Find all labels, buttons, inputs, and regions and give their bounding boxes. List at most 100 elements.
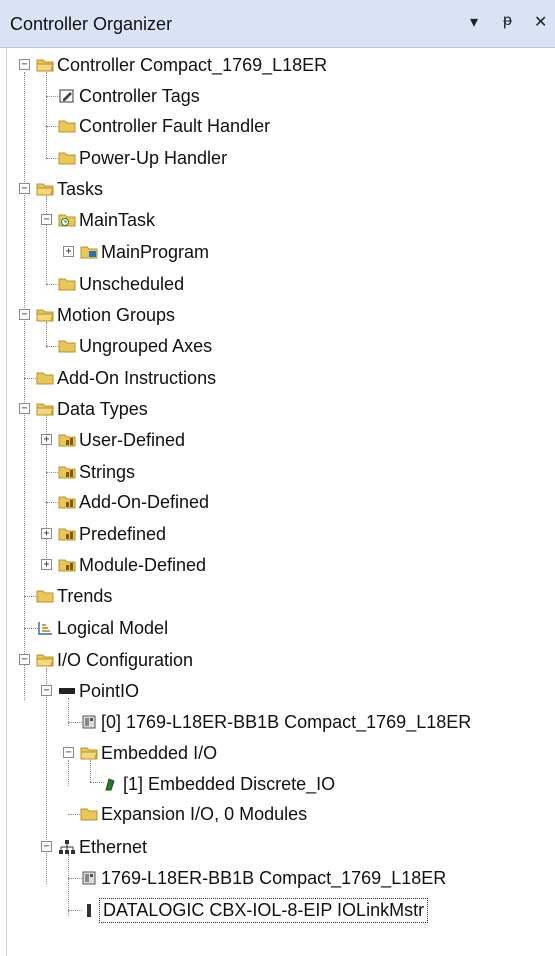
- controller-expander[interactable]: −: [19, 59, 30, 70]
- tree-item-label: Trends: [57, 585, 113, 606]
- tree-item-data-types[interactable]: Data Types: [36, 395, 148, 423]
- tree-item-pointio[interactable]: PointIO: [58, 677, 139, 705]
- open-folder-icon: [80, 747, 98, 760]
- tasks-expander[interactable]: −: [19, 183, 30, 194]
- tree-item-unscheduled[interactable]: Unscheduled: [58, 270, 184, 298]
- tree-item-maintask[interactable]: MainTask: [58, 206, 155, 234]
- tree-item-label: Expansion I/O, 0 Modules: [101, 803, 308, 824]
- tree-item-strings[interactable]: Strings: [58, 458, 135, 486]
- tree-item-label: Controller Fault Handler: [79, 115, 271, 136]
- tags-icon: [59, 89, 74, 103]
- tree-item-label: Add-On-Defined: [79, 491, 210, 512]
- close-button[interactable]: ✕: [534, 12, 547, 32]
- pointio-expander[interactable]: −: [41, 685, 52, 696]
- network-icon: [59, 840, 75, 854]
- user-defined-expander[interactable]: +: [41, 434, 52, 445]
- tree-item-ungrouped-axes[interactable]: Ungrouped Axes: [58, 332, 212, 360]
- folder-icon: [58, 278, 76, 291]
- tree-item-label: Tasks: [57, 178, 104, 199]
- tree-item-label: Power-Up Handler: [79, 147, 228, 168]
- tree-item-user-defined[interactable]: User-Defined: [58, 426, 185, 454]
- folder-icon: [36, 372, 54, 385]
- open-folder-icon: [36, 183, 54, 196]
- data-types-expander[interactable]: −: [19, 403, 30, 414]
- program-folder-icon: [80, 246, 98, 259]
- tree-item-trends[interactable]: Trends: [36, 582, 112, 610]
- tree-item-motion-groups[interactable]: Motion Groups: [36, 301, 175, 329]
- task-folder-icon: [58, 214, 76, 227]
- controller-module-icon: [82, 871, 96, 885]
- tree-item-label: MainProgram: [101, 241, 210, 262]
- tree-item-pointio-controller[interactable]: [0] 1769-L18ER-BB1B Compact_1769_L18ER: [80, 708, 471, 736]
- tree-item-label: Ethernet: [79, 836, 148, 857]
- tree-item-label: User-Defined: [79, 429, 186, 450]
- tree-item-label: Logical Model: [57, 617, 169, 638]
- tree-item-embedded-discrete[interactable]: [1] Embedded Discrete_IO: [102, 770, 335, 798]
- datatype-folder-icon: [58, 466, 76, 479]
- tree-item-ethernet-controller[interactable]: 1769-L18ER-BB1B Compact_1769_L18ER: [80, 864, 446, 892]
- logical-model-icon: [38, 622, 52, 635]
- tree-item-label: Controller Tags: [79, 85, 200, 106]
- tree-item-ethernet[interactable]: Ethernet: [58, 833, 147, 861]
- tree-item-controller[interactable]: Controller Compact_1769_L18ER: [36, 51, 327, 79]
- tree-item-controller-fault-handler[interactable]: Controller Fault Handler: [58, 112, 270, 140]
- datatype-folder-icon: [58, 528, 76, 541]
- tree-item-expansion-io[interactable]: Expansion I/O, 0 Modules: [80, 800, 307, 828]
- motion-groups-expander[interactable]: −: [19, 309, 30, 320]
- tree-item-io-configuration[interactable]: I/O Configuration: [36, 646, 193, 674]
- device-module-icon: [87, 904, 91, 917]
- module-defined-expander[interactable]: +: [41, 559, 52, 570]
- organizer-tree: − Controller Compact_1769_L18ER Controll…: [0, 48, 555, 956]
- open-folder-icon: [36, 403, 54, 416]
- pin-button[interactable]: ᵽ: [503, 12, 512, 30]
- dropdown-button[interactable]: ▾: [470, 12, 478, 32]
- open-folder-icon: [36, 59, 54, 72]
- tree-item-addon-defined[interactable]: Add-On-Defined: [58, 488, 209, 516]
- tree-item-mainprogram[interactable]: MainProgram: [80, 238, 209, 266]
- folder-icon: [58, 340, 76, 353]
- folder-icon: [58, 120, 76, 133]
- panel-title: Controller Organizer: [10, 14, 173, 34]
- tree-item-embedded-io[interactable]: Embedded I/O: [80, 739, 217, 767]
- tree-item-predefined[interactable]: Predefined: [58, 520, 166, 548]
- tree-item-label: Predefined: [79, 523, 167, 544]
- datatype-folder-icon: [58, 496, 76, 509]
- open-folder-icon: [36, 309, 54, 322]
- tree-item-logical-model[interactable]: Logical Model: [36, 614, 168, 642]
- embedded-io-expander[interactable]: −: [63, 747, 74, 758]
- tree-item-tasks[interactable]: Tasks: [36, 175, 103, 203]
- folder-icon: [80, 808, 98, 821]
- tree-item-label: I/O Configuration: [57, 649, 194, 670]
- datatype-folder-icon: [58, 434, 76, 447]
- tree-item-addon-instructions[interactable]: Add-On Instructions: [36, 364, 216, 392]
- panel-title-bar: Controller Organizer ▾ ᵽ ✕: [0, 0, 555, 48]
- tree-item-label: Embedded I/O: [101, 742, 218, 763]
- tree-item-label: Unscheduled: [79, 273, 185, 294]
- controller-module-icon: [82, 715, 96, 729]
- ethernet-expander[interactable]: −: [41, 841, 52, 852]
- tree-item-controller-tags[interactable]: Controller Tags: [58, 82, 200, 110]
- tree-item-label: [1] Embedded Discrete_IO: [123, 773, 336, 794]
- open-folder-icon: [36, 654, 54, 667]
- tree-item-label: Add-On Instructions: [57, 367, 217, 388]
- tree-item-datalogic-iolink-master[interactable]: DATALOGIC CBX-IOL-8-EIP IOLinkMstr: [80, 896, 429, 924]
- predefined-expander[interactable]: +: [41, 528, 52, 539]
- tree-item-label: Module-Defined: [79, 554, 207, 575]
- io-configuration-expander[interactable]: −: [19, 654, 30, 665]
- tree-item-label-selected: DATALOGIC CBX-IOL-8-EIP IOLinkMstr: [98, 897, 429, 923]
- tree-item-label: Ungrouped Axes: [79, 335, 213, 356]
- tree-item-label: 1769-L18ER-BB1B Compact_1769_L18ER: [101, 867, 447, 888]
- tree-item-label: [0] 1769-L18ER-BB1B Compact_1769_L18ER: [101, 711, 472, 732]
- tree-item-module-defined[interactable]: Module-Defined: [58, 551, 206, 579]
- tree-item-label: MainTask: [79, 209, 156, 230]
- maintask-expander[interactable]: −: [41, 214, 52, 225]
- tree-item-label: Controller Compact_1769_L18ER: [57, 54, 328, 75]
- tree-item-powerup-handler[interactable]: Power-Up Handler: [58, 144, 227, 172]
- tree-item-label: Motion Groups: [57, 304, 176, 325]
- bus-icon: [59, 688, 75, 694]
- io-module-icon: [105, 778, 115, 791]
- datatype-folder-icon: [58, 559, 76, 572]
- tree-item-label: Data Types: [57, 398, 148, 419]
- mainprogram-expander[interactable]: +: [63, 246, 74, 257]
- tree-item-label: PointIO: [79, 680, 140, 701]
